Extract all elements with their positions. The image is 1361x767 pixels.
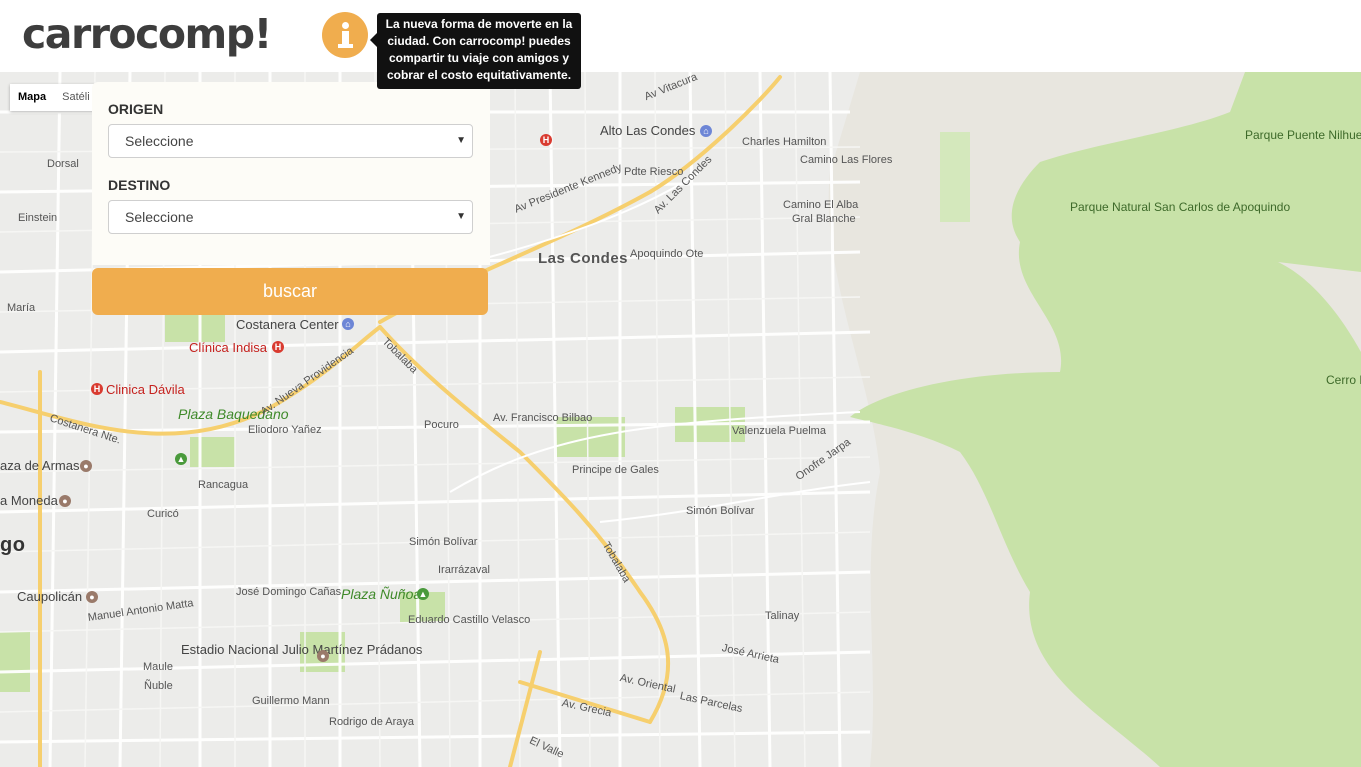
map-label-clinica-indisa: Clínica Indisa [189, 340, 268, 355]
stadium-icon: ● [317, 650, 329, 662]
map-label-camino-las-flores: Camino Las Flores [800, 154, 893, 166]
map-label-camino-el-alba: Camino El Alba [783, 199, 859, 211]
hospital-icon: H [91, 383, 103, 395]
map-label-irarrazaval: Irarrázaval [438, 564, 490, 576]
search-panel: ORIGEN Seleccione ▼ DESTINO Seleccione ▼ [92, 82, 490, 265]
map-label-pdte-riesco: Pdte Riesco [624, 166, 684, 178]
map-label-nuble: Ñuble [144, 680, 173, 692]
map-label-rodrigo-de-araya: Rodrigo de Araya [329, 716, 414, 728]
map-label-plaza-baquedano: Plaza Baquedano [178, 406, 289, 422]
landmark-icon: ● [80, 460, 92, 472]
map-label-plaza-nunoa: Plaza Ñuñoa [341, 586, 422, 602]
map-label-parque-natural: Parque Natural San Carlos de Apoquindo [1070, 201, 1290, 214]
destination-select-value: Seleccione [125, 209, 194, 225]
map-label-parque-puente-nilhue: Parque Puente Nilhue [1245, 128, 1361, 142]
map-label-simon-bolivar: Simón Bolívar [686, 505, 755, 517]
origin-label: ORIGEN [108, 101, 164, 117]
map-label-valenzuela-puelma: Valenzuela Puelma [732, 425, 826, 437]
map-label-curico: Curicó [147, 508, 179, 520]
map-label-av-francisco-bilbao: Av. Francisco Bilbao [493, 412, 593, 424]
origin-select[interactable]: Seleccione ▼ [108, 124, 473, 158]
map-label-rancagua: Rancagua [198, 479, 249, 491]
logo[interactable]: carrocomp! [22, 6, 272, 62]
hospital-icon: H [272, 341, 284, 353]
map-label-simon-bolivar-2: Simón Bolívar [409, 536, 478, 548]
map-label-charles-hamilton: Charles Hamilton [742, 136, 827, 148]
info-icon[interactable] [322, 12, 368, 58]
map-label-las-condes: Las Condes [538, 250, 629, 267]
map-label-jose-domingo-canas: José Domingo Cañas [236, 586, 342, 598]
park-icon: ▲ [175, 453, 187, 465]
map-label-costanera-center: Costanera Center [236, 317, 339, 332]
header: carrocomp! [0, 0, 1361, 72]
map-label-gral-blanche: Gral Blanche [792, 213, 856, 225]
park-icon: ▲ [417, 588, 429, 600]
chevron-down-icon: ▼ [456, 211, 466, 222]
search-button[interactable]: buscar [92, 268, 488, 315]
destination-label: DESTINO [108, 177, 171, 193]
map-label-eduardo-castillo-velasco: Eduardo Castillo Velasco [408, 614, 531, 626]
map-label-talinay: Talinay [765, 610, 800, 622]
map-label-pocuro: Pocuro [424, 419, 459, 431]
chevron-down-icon: ▼ [456, 135, 466, 146]
map-label-einstein: Einstein [18, 212, 58, 224]
map-label-dorsal: Dorsal [47, 158, 79, 170]
map-label-eliodoro-yanez: Eliodoro Yañez [248, 424, 322, 436]
hospital-icon: H [540, 134, 552, 146]
map-type-map[interactable]: Mapa [10, 84, 54, 111]
origin-select-value: Seleccione [125, 133, 194, 149]
map-label-clinica-davila: Clinica Dávila [106, 382, 185, 397]
map-label-principe-de-gales: Principe de Gales [572, 464, 659, 476]
theater-icon: ● [86, 591, 98, 603]
map-label-maria: María [7, 302, 36, 314]
map-label-alto-las-condes: Alto Las Condes [600, 123, 696, 138]
map-label-cerro-provincia: Cerro Provincia [1326, 373, 1361, 387]
map-label-apoquindo-ote: Apoquindo Ote [630, 248, 704, 260]
map-label-estadio: Estadio Nacional Julio Martínez Prádanos [181, 642, 423, 657]
map-label-maule: Maule [143, 661, 173, 673]
map-type-toggle[interactable]: Mapa Satéli [10, 84, 98, 111]
building-icon: ⌂ [700, 125, 712, 137]
building-icon: ⌂ [342, 318, 354, 330]
landmark-icon: ● [59, 495, 71, 507]
map-label-la-moneda: a Moneda [0, 493, 58, 508]
map-label-caupolican: Caupolicán [17, 589, 83, 604]
map-label-plaza-armas: aza de Armas [0, 458, 80, 473]
info-tooltip: La nueva forma de moverte en la ciudad. … [370, 13, 581, 89]
destination-select[interactable]: Seleccione ▼ [108, 200, 473, 234]
map-label-santiago: go [0, 534, 26, 556]
map-label-guillermo-mann: Guillermo Mann [252, 695, 330, 707]
